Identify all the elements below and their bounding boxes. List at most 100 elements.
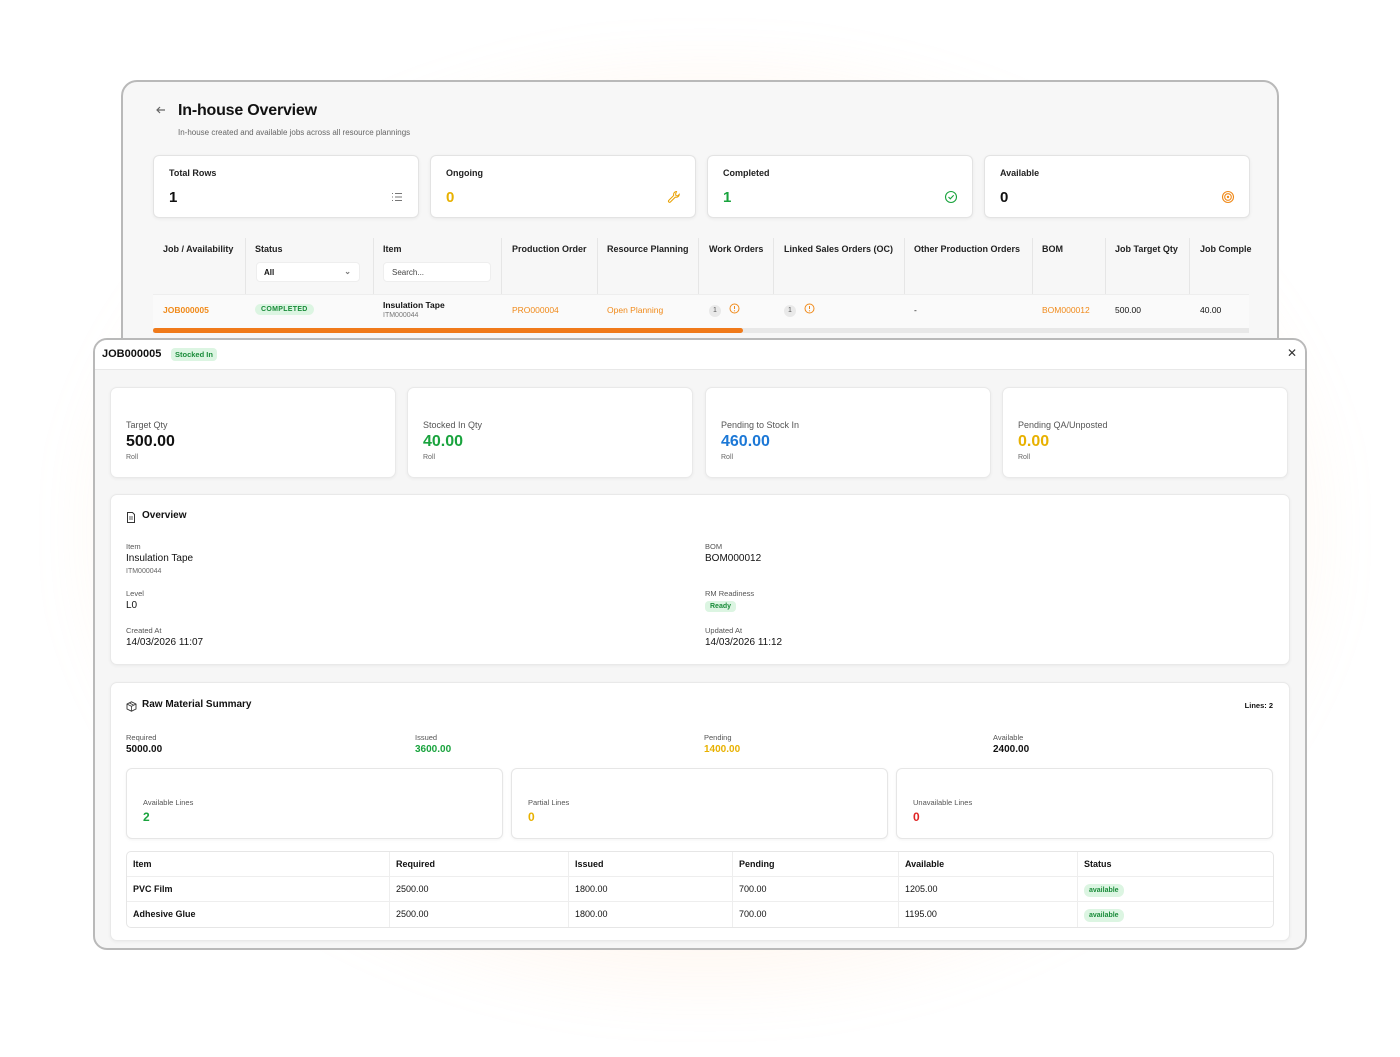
job-detail-modal: JOB000005 Stocked In ✕ Target Qty 500.00… bbox=[93, 338, 1307, 950]
table-header-row: Item Required Issued Pending Available S… bbox=[127, 852, 1273, 877]
chevron-down-icon: ⌄ bbox=[344, 267, 351, 276]
item-search-input[interactable]: Search... bbox=[383, 262, 491, 282]
qty-value: 460.00 bbox=[721, 433, 770, 450]
updated-at-value: 14/03/2026 11:12 bbox=[705, 637, 783, 648]
issued-cell: 1800.00 bbox=[568, 902, 608, 927]
job-target-qty: 500.00 bbox=[1115, 305, 1141, 315]
work-orders-count: 1 bbox=[709, 304, 721, 317]
column-header[interactable]: BOM bbox=[1042, 244, 1063, 254]
target-icon bbox=[1221, 190, 1235, 204]
line-card-value: 0 bbox=[913, 810, 920, 824]
line-card-label: Unavailable Lines bbox=[913, 798, 973, 807]
rm-readiness-badge: Ready bbox=[705, 601, 737, 612]
column-header[interactable]: Job Comple bbox=[1200, 244, 1252, 254]
material-name: Adhesive Glue bbox=[133, 909, 196, 919]
total-value: 5000.00 bbox=[126, 744, 163, 755]
stat-value: 1 bbox=[723, 189, 732, 206]
linked-sales-orders-count: 1 bbox=[784, 304, 796, 317]
stat-card-total-rows: Total Rows 1 bbox=[153, 155, 419, 218]
stat-card-completed: Completed 1 bbox=[707, 155, 973, 218]
material-name: PVC Film bbox=[133, 884, 173, 894]
item-name: Insulation Tape bbox=[383, 300, 445, 310]
qty-unit: Roll bbox=[126, 454, 139, 461]
stat-value: 0 bbox=[446, 189, 455, 206]
qty-card-target: Target Qty 500.00 Roll bbox=[110, 387, 396, 478]
available-cell: 1205.00 bbox=[898, 877, 938, 902]
close-icon[interactable]: ✕ bbox=[1287, 346, 1297, 360]
document-icon bbox=[126, 510, 136, 523]
modal-title: JOB000005 bbox=[102, 348, 162, 360]
stat-card-available: Available 0 bbox=[984, 155, 1250, 218]
table-row[interactable]: PVC Film 2500.00 1800.00 700.00 1205.00 … bbox=[127, 877, 1273, 902]
qty-label: Pending to Stock In bbox=[721, 420, 800, 430]
back-arrow-icon[interactable] bbox=[155, 104, 169, 118]
total-label: Available bbox=[993, 733, 1024, 742]
line-card-partial: Partial Lines 0 bbox=[511, 768, 888, 839]
work-orders-cell[interactable]: 1 bbox=[709, 303, 740, 317]
status-filter-value: All bbox=[264, 268, 275, 277]
column-header[interactable]: Item bbox=[383, 244, 402, 254]
status-filter-select[interactable]: All ⌄ bbox=[256, 262, 360, 282]
wrench-icon bbox=[667, 190, 681, 204]
table-row[interactable]: Adhesive Glue 2500.00 1800.00 700.00 119… bbox=[127, 902, 1273, 927]
info-icon[interactable] bbox=[729, 303, 740, 316]
total-label: Issued bbox=[415, 733, 438, 742]
linked-sales-orders-cell[interactable]: 1 bbox=[784, 303, 815, 317]
column-header[interactable]: Status bbox=[255, 244, 283, 254]
column-header[interactable]: Job Target Qty bbox=[1115, 244, 1178, 254]
raw-material-table: Item Required Issued Pending Available S… bbox=[126, 851, 1274, 928]
jobs-table-header: Job / Availability Status Item Productio… bbox=[153, 238, 1252, 332]
raw-material-title: Raw Material Summary bbox=[142, 699, 252, 710]
job-link[interactable]: JOB000005 bbox=[163, 305, 209, 315]
resource-planning-link[interactable]: Open Planning bbox=[607, 305, 663, 315]
qty-value: 0.00 bbox=[1018, 433, 1050, 450]
column-header: Status bbox=[1077, 852, 1112, 877]
overview-section: Overview Item Insulation Tape ITM000044 … bbox=[110, 494, 1290, 665]
item-code: ITM000044 bbox=[126, 568, 162, 575]
list-icon bbox=[390, 190, 404, 204]
column-header[interactable]: Resource Planning bbox=[607, 244, 689, 254]
production-order-link[interactable]: PRO000004 bbox=[512, 305, 559, 315]
info-icon[interactable] bbox=[804, 303, 815, 316]
stocked-in-badge: Stocked In bbox=[171, 348, 217, 361]
job-completed-qty: 40.00 bbox=[1200, 305, 1222, 315]
column-header[interactable]: Job / Availability bbox=[163, 244, 233, 254]
column-header[interactable]: Other Production Orders bbox=[914, 244, 1020, 254]
other-production-orders: - bbox=[914, 305, 917, 315]
stat-label: Ongoing bbox=[446, 168, 483, 178]
qty-value: 500.00 bbox=[126, 433, 175, 450]
line-card-unavailable: Unavailable Lines 0 bbox=[896, 768, 1273, 839]
item-name: Insulation Tape bbox=[126, 553, 194, 564]
horizontal-scrollbar[interactable] bbox=[153, 328, 1249, 333]
rm-readiness-label: RM Readiness bbox=[705, 589, 755, 598]
line-card-value: 2 bbox=[143, 810, 150, 824]
column-header[interactable]: Production Order bbox=[512, 244, 587, 254]
created-at-label: Created At bbox=[126, 626, 162, 635]
modal-header: JOB000005 Stocked In ✕ bbox=[95, 340, 1305, 370]
in-house-overview-window: In-house Overview In-house created and a… bbox=[121, 80, 1279, 380]
raw-material-section: Raw Material Summary Lines: 2 Required 5… bbox=[110, 682, 1290, 941]
qty-unit: Roll bbox=[423, 454, 436, 461]
column-header: Available bbox=[898, 852, 944, 877]
qty-unit: Roll bbox=[721, 454, 734, 461]
column-header[interactable]: Linked Sales Orders (OC) bbox=[784, 244, 893, 254]
pending-cell: 700.00 bbox=[732, 877, 767, 902]
column-header: Issued bbox=[568, 852, 604, 877]
stat-label: Completed bbox=[723, 168, 770, 178]
check-circle-icon bbox=[944, 190, 958, 204]
table-row[interactable]: JOB000005 COMPLETED Insulation Tape ITM0… bbox=[153, 294, 1249, 328]
column-header: Required bbox=[389, 852, 435, 877]
qty-label: Stocked In Qty bbox=[423, 420, 483, 430]
line-card-label: Available Lines bbox=[143, 798, 194, 807]
bom-value: BOM000012 bbox=[705, 553, 762, 564]
qty-value: 40.00 bbox=[423, 433, 464, 450]
bom-link[interactable]: BOM000012 bbox=[1042, 305, 1090, 315]
column-header[interactable]: Work Orders bbox=[709, 244, 763, 254]
scrollbar-thumb[interactable] bbox=[153, 328, 743, 333]
item-label: Item bbox=[126, 542, 141, 551]
qty-label: Target Qty bbox=[126, 420, 168, 430]
stat-label: Available bbox=[1000, 168, 1040, 178]
stat-card-ongoing: Ongoing 0 bbox=[430, 155, 696, 218]
package-icon bbox=[126, 699, 137, 712]
column-header: Pending bbox=[732, 852, 775, 877]
